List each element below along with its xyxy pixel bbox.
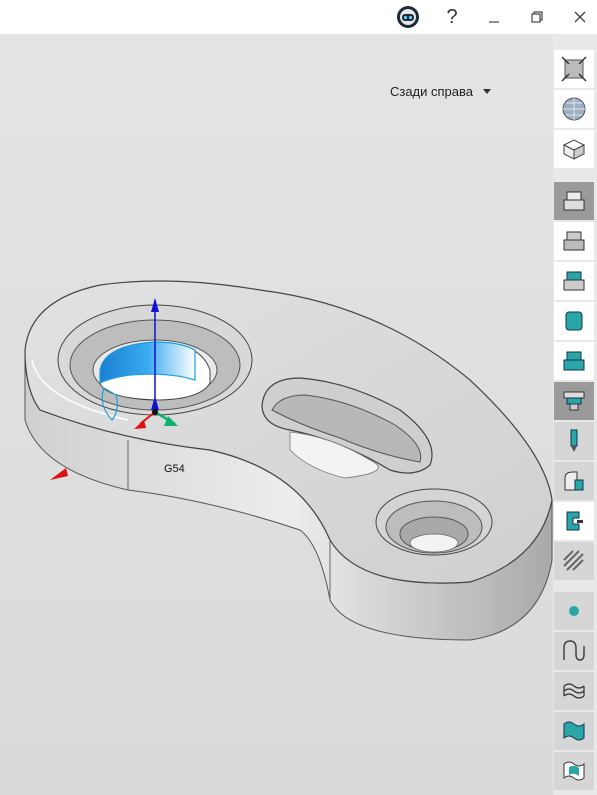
surface-teal-icon[interactable] [554, 712, 594, 750]
surface-flag-icon[interactable] [554, 752, 594, 790]
pattern-icon[interactable] [554, 542, 594, 580]
restore-icon[interactable] [517, 0, 557, 34]
right-toolbar [553, 34, 597, 795]
stock-icon[interactable] [554, 182, 594, 220]
close-icon[interactable] [560, 0, 597, 34]
origin-label: G54 [164, 463, 185, 475]
shaded-view-icon[interactable] [554, 90, 594, 128]
3d-viewport[interactable]: Сзади справа G54 [0, 34, 553, 795]
help-button[interactable]: ? [432, 0, 472, 34]
corner-icon[interactable] [554, 462, 594, 500]
view-orientation-dropdown[interactable]: Сзади справа [390, 84, 491, 99]
cylinder-icon[interactable] [554, 302, 594, 340]
robot-face-icon[interactable] [388, 0, 428, 34]
point-icon[interactable] [554, 592, 594, 630]
clamp-icon[interactable] [554, 502, 594, 540]
chevron-down-icon [483, 89, 491, 94]
minimize-icon[interactable] [474, 0, 514, 34]
fit-view-icon[interactable] [554, 50, 594, 88]
title-bar: ? [0, 0, 597, 34]
part-model [24, 280, 553, 641]
view-orientation-label: Сзади справа [389, 84, 473, 99]
top-body-icon[interactable] [554, 342, 594, 380]
surface-wave-icon[interactable] [554, 672, 594, 710]
wireframe-box-icon[interactable] [554, 130, 594, 168]
hole-tool-icon[interactable] [554, 382, 594, 420]
curve-icon[interactable] [554, 632, 594, 670]
drill-icon[interactable] [554, 422, 594, 460]
fixture-icon[interactable] [554, 262, 594, 300]
part-icon[interactable] [554, 222, 594, 260]
